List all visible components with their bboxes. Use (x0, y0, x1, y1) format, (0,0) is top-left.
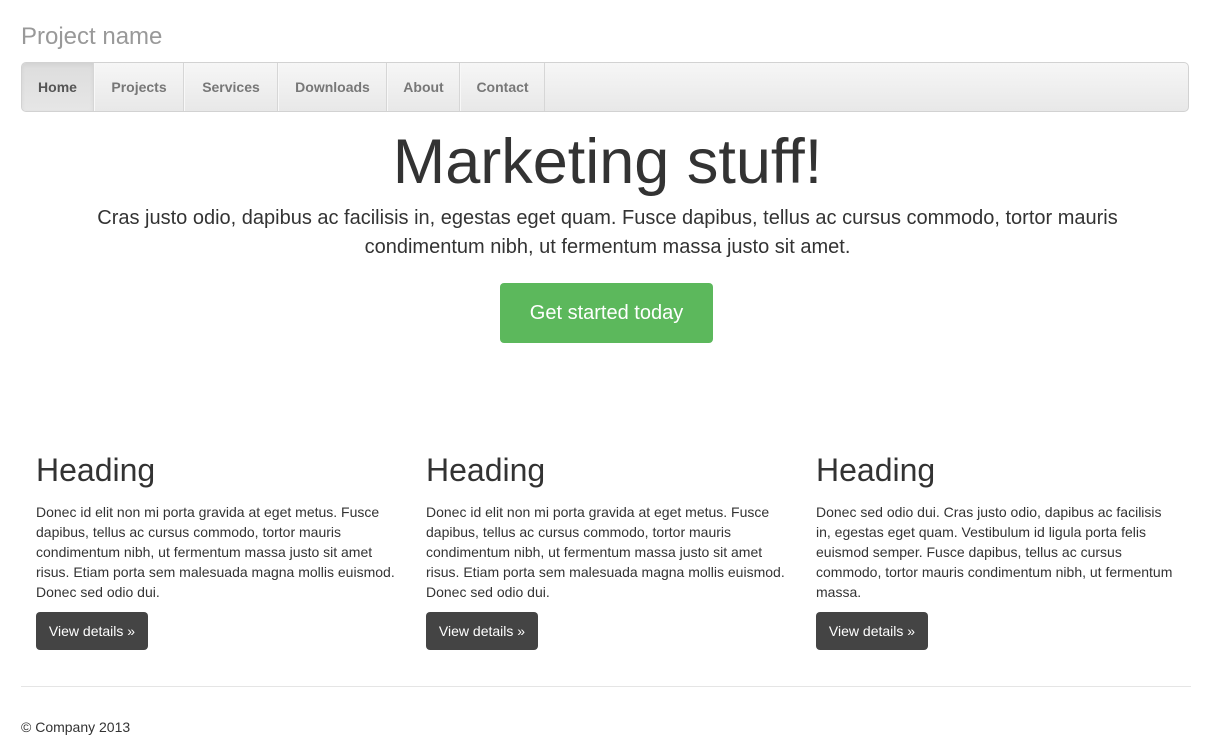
column-heading: Heading (426, 452, 546, 488)
page: Project name Home Projects Services Down… (0, 0, 1215, 752)
footer-divider (21, 686, 1191, 687)
column-text: Donec id elit non mi porta gravida at eg… (36, 504, 395, 600)
nav-item-about[interactable]: About (387, 63, 460, 111)
feature-column-1: Heading Donec id elit non mi porta gravi… (36, 450, 400, 650)
column-heading: Heading (816, 452, 936, 488)
brand-title[interactable]: Project name (21, 22, 162, 52)
view-details-button[interactable]: View details » (36, 612, 148, 650)
nav-item-projects[interactable]: Projects (94, 63, 184, 111)
footer-copyright: © Company 2013 (21, 719, 131, 735)
view-details-button[interactable]: View details » (816, 612, 928, 650)
nav-item-contact[interactable]: Contact (460, 63, 545, 111)
column-text: Donec sed odio dui. Cras justo odio, dap… (816, 504, 1173, 600)
get-started-button[interactable]: Get started today (500, 283, 713, 343)
nav-item-home[interactable]: Home (22, 63, 94, 111)
hero-title: Marketing stuff! (392, 127, 823, 197)
column-text: Donec id elit non mi porta gravida at eg… (426, 504, 785, 600)
nav-item-services[interactable]: Services (184, 63, 278, 111)
navbar: Home Projects Services Downloads About C… (21, 62, 1189, 112)
feature-column-2: Heading Donec id elit non mi porta gravi… (426, 450, 790, 650)
nav-item-downloads[interactable]: Downloads (278, 63, 387, 111)
column-heading: Heading (36, 452, 156, 488)
feature-column-3: Heading Donec sed odio dui. Cras justo o… (816, 450, 1180, 650)
hero-lead: Cras justo odio, dapibus ac facilisis in… (97, 207, 1118, 258)
view-details-button[interactable]: View details » (426, 612, 538, 650)
